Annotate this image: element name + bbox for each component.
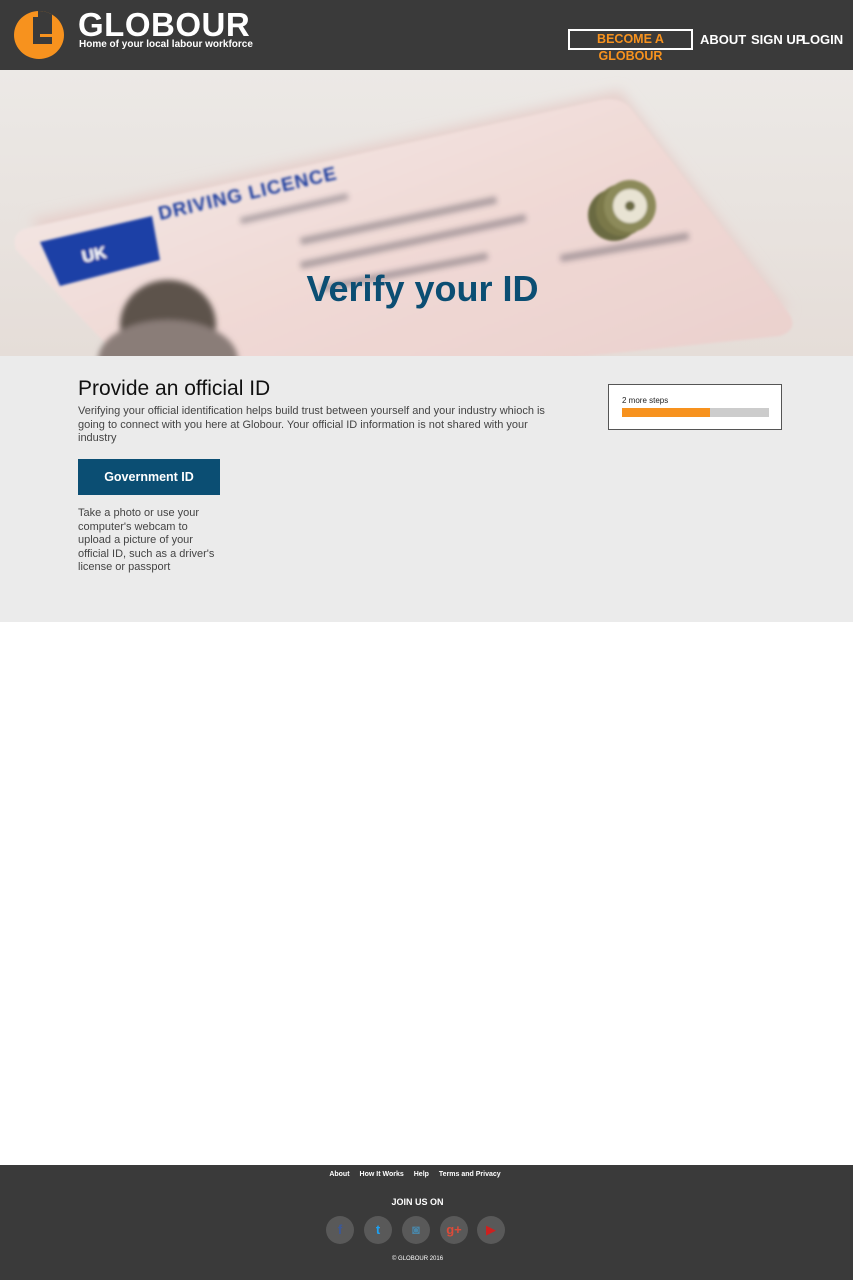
nav-login-link[interactable]: LOGIN <box>802 29 843 50</box>
site-footer: About How It Works Help Terms and Privac… <box>0 1165 853 1280</box>
section-title: Provide an official ID <box>78 377 271 400</box>
footer-links: About How It Works Help Terms and Privac… <box>0 1170 830 1180</box>
nav-signup-link[interactable]: SIGN UP <box>751 29 804 50</box>
become-a-globour-button[interactable]: BECOME A GLOBOUR <box>568 29 693 63</box>
globour-logo-icon[interactable] <box>14 11 64 59</box>
brand-tagline: Home of your local labour workforce <box>79 39 253 50</box>
twitter-icon[interactable]: t <box>364 1216 392 1244</box>
site-header: GLOBOUR Home of your local labour workfo… <box>0 0 853 70</box>
hero-banner: UK DRIVING LICENCE Verify your ID <box>0 70 853 356</box>
facebook-icon[interactable]: f <box>326 1216 354 1244</box>
hero-title: Verify your ID <box>306 268 539 309</box>
verification-section: Provide an official ID Verifying your of… <box>0 356 853 622</box>
nav-about-link[interactable]: ABOUT <box>700 29 746 50</box>
steps-progress-card: 2 more steps <box>608 384 782 430</box>
government-id-button[interactable]: Government ID <box>78 459 220 495</box>
government-id-help-text: Take a photo or use your computer's webc… <box>78 507 215 573</box>
instagram-icon[interactable]: ◙ <box>402 1216 430 1244</box>
footer-link-help[interactable]: Help <box>414 1170 429 1180</box>
google-plus-icon[interactable]: g+ <box>440 1216 468 1244</box>
steps-remaining-label: 2 more steps <box>622 396 669 405</box>
driving-licence-image: UK DRIVING LICENCE <box>14 90 793 356</box>
progress-bar-fill <box>622 408 711 417</box>
copyright-text: © GLOBOUR 2016 <box>391 1256 444 1262</box>
section-description: Verifying your official identification h… <box>78 405 545 444</box>
join-us-label: JOIN US ON <box>391 1197 444 1207</box>
progress-bar-track <box>622 408 769 417</box>
footer-link-about[interactable]: About <box>329 1170 349 1180</box>
footer-link-terms-and-privacy[interactable]: Terms and Privacy <box>439 1170 501 1180</box>
footer-link-how-it-works[interactable]: How It Works <box>360 1170 404 1180</box>
youtube-icon[interactable]: ▶ <box>477 1216 505 1244</box>
